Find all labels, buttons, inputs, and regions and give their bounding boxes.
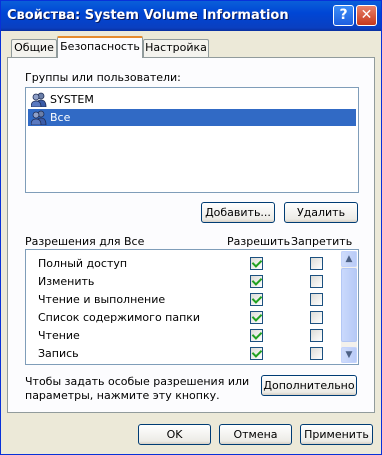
allow-checkbox[interactable] <box>250 329 263 342</box>
apply-button[interactable]: Применить <box>300 424 373 445</box>
scroll-thumb[interactable] <box>341 268 357 342</box>
tab-security[interactable]: Безопасность <box>57 36 143 58</box>
add-button[interactable]: Добавить... <box>201 202 275 223</box>
permission-name: Список содержимого папки <box>38 311 201 324</box>
users-icon <box>31 92 47 107</box>
deny-checkbox[interactable] <box>310 329 323 342</box>
properties-window: Свойства: System Volume Information ? ✕ … <box>0 0 382 455</box>
permission-row: Чтение и выполнение <box>26 290 342 308</box>
list-item-everyone[interactable]: Все <box>28 109 356 126</box>
allow-header: Разрешить <box>227 235 291 248</box>
window-title: Свойства: System Volume Information <box>7 8 289 23</box>
users-icon <box>31 110 47 125</box>
allow-checkbox[interactable] <box>250 293 263 306</box>
permission-row: Полный доступ <box>26 254 342 272</box>
remove-button[interactable]: Удалить <box>284 202 358 223</box>
tab-general[interactable]: Общие <box>11 39 57 57</box>
list-item-label: Все <box>50 111 71 124</box>
deny-checkbox[interactable] <box>310 347 323 360</box>
allow-checkbox[interactable] <box>250 347 263 360</box>
users-listbox[interactable]: SYSTEM Все <box>25 87 359 193</box>
permissions-scrollbar[interactable]: ▲ ▼ <box>341 251 357 363</box>
permission-row: Изменить <box>26 272 342 290</box>
title-bar[interactable]: Свойства: System Volume Information ? ✕ <box>1 1 381 31</box>
help-button[interactable]: ? <box>333 5 354 26</box>
advanced-button[interactable]: Дополнительно <box>261 375 357 396</box>
list-item-system[interactable]: SYSTEM <box>28 91 356 108</box>
groups-label: Группы или пользователи: <box>25 71 181 84</box>
allow-checkbox[interactable] <box>250 257 263 270</box>
advanced-text-line2: параметры, нажмите эту кнопку. <box>25 389 220 402</box>
list-item-label: SYSTEM <box>50 93 94 106</box>
scroll-down-icon[interactable]: ▼ <box>341 347 357 363</box>
allow-checkbox[interactable] <box>250 275 263 288</box>
cancel-button[interactable]: Отмена <box>219 424 292 445</box>
permission-row: Чтение <box>26 326 342 344</box>
close-button[interactable]: ✕ <box>356 5 377 26</box>
permission-name: Изменить <box>38 275 95 288</box>
advanced-text-line1: Чтобы задать особые разрешения или <box>25 375 250 388</box>
tab-customize[interactable]: Настройка <box>143 39 209 57</box>
permission-row: Список содержимого папки <box>26 308 342 326</box>
deny-checkbox[interactable] <box>310 257 323 270</box>
deny-checkbox[interactable] <box>310 275 323 288</box>
permission-name: Чтение и выполнение <box>38 293 166 306</box>
permissions-list: Полный доступ Изменить Чтение и выполнен… <box>25 249 359 365</box>
deny-checkbox[interactable] <box>310 293 323 306</box>
permission-row: Запись <box>26 344 342 362</box>
permission-name: Чтение <box>38 329 80 342</box>
scroll-up-icon[interactable]: ▲ <box>341 251 357 267</box>
permission-name: Полный доступ <box>38 257 128 270</box>
permission-name: Запись <box>38 347 79 360</box>
deny-header: Запретить <box>291 235 353 248</box>
ok-button[interactable]: OK <box>138 424 211 445</box>
deny-checkbox[interactable] <box>310 311 323 324</box>
allow-checkbox[interactable] <box>250 311 263 324</box>
permissions-label: Разрешения для Все <box>25 235 145 248</box>
